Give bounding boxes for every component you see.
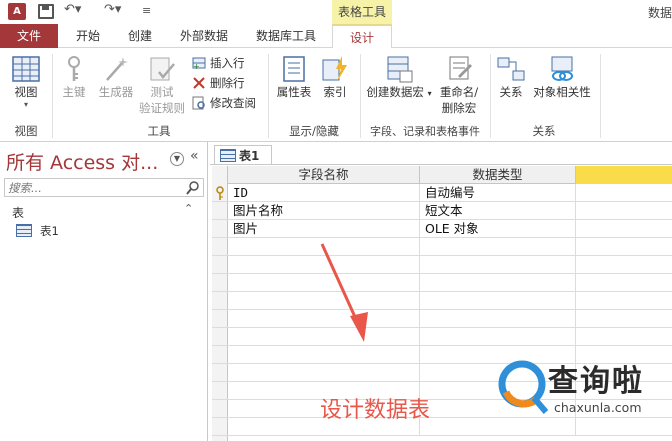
- rename-macro-icon: [449, 56, 472, 80]
- annotation-text: 设计数据表: [320, 398, 431, 423]
- object-dependencies-icon: [551, 56, 573, 81]
- lookup-icon: [192, 96, 205, 110]
- key-icon: [68, 56, 80, 81]
- builder-button[interactable]: 生成器: [94, 54, 138, 100]
- test-validation-rules-button[interactable]: 测试 验证规则: [138, 54, 186, 116]
- indexes-button[interactable]: 索引: [318, 54, 352, 100]
- search-icon[interactable]: [185, 180, 201, 196]
- primary-key-button[interactable]: 主键: [56, 54, 92, 100]
- insert-rows-icon: +: [192, 57, 206, 70]
- svg-text:+: +: [193, 62, 200, 70]
- watermark-logo-icon: [498, 360, 548, 414]
- tab-external-data[interactable]: 外部数据: [170, 24, 238, 48]
- watermark: 查询啦 chaxunla.com: [496, 352, 672, 441]
- group-label-tools: 工具: [147, 124, 171, 138]
- title-bar: A ↶▾ ↷▾ ≡ 表格工具 数据: [0, 0, 672, 24]
- delete-rows-button[interactable]: 删除行: [192, 74, 245, 92]
- rename-delete-macro-button[interactable]: 重命名/ 删除宏: [434, 54, 484, 116]
- validation-icon: [150, 57, 175, 81]
- field-name-cell[interactable]: [228, 364, 420, 382]
- undo-icon[interactable]: ↶▾: [64, 2, 81, 17]
- nav-section-tables[interactable]: 表: [12, 204, 24, 221]
- table-icon: [220, 149, 236, 162]
- tab-design[interactable]: 设计: [332, 24, 392, 49]
- table-tools-context-label: 表格工具: [332, 0, 392, 24]
- chevron-down-icon: ▾: [427, 89, 432, 98]
- property-sheet-button[interactable]: 属性表: [272, 54, 316, 100]
- data-macro-icon: [387, 56, 413, 83]
- tab-create[interactable]: 创建: [118, 24, 162, 48]
- window-title: 数据: [647, 6, 672, 20]
- relationships-button[interactable]: 关系: [494, 54, 528, 100]
- nav-item-table1[interactable]: 表1: [16, 222, 59, 240]
- group-label-views: 视图: [14, 124, 38, 138]
- modify-lookups-button[interactable]: 修改查阅: [192, 94, 256, 112]
- group-label-relationships: 关系: [532, 124, 556, 138]
- object-dependencies-button[interactable]: 对象相关性: [530, 54, 594, 100]
- watermark-brand: 查询啦: [548, 364, 644, 399]
- wand-icon: [106, 57, 128, 81]
- view-button[interactable]: 视图 ▾: [6, 54, 46, 109]
- table-view-icon: [12, 56, 40, 82]
- create-data-macros-button[interactable]: 创建数据宏 ▾: [366, 54, 432, 100]
- search-input[interactable]: [5, 179, 175, 196]
- redo-icon[interactable]: ↷▾: [104, 2, 121, 17]
- table-icon: [16, 224, 32, 237]
- tab-database-tools[interactable]: 数据库工具: [246, 24, 326, 48]
- chevron-down-icon[interactable]: ▼: [170, 152, 184, 166]
- group-label-field-events: 字段、记录和表格事件: [370, 125, 480, 138]
- nav-search: [4, 178, 204, 197]
- tab-table1[interactable]: 表1: [214, 145, 272, 165]
- tab-home[interactable]: 开始: [66, 24, 110, 48]
- customize-toolbar-icon[interactable]: ≡: [142, 4, 151, 17]
- access-app-icon[interactable]: A: [8, 3, 26, 20]
- group-label-show-hide: 显示/隐藏: [289, 124, 339, 138]
- collapse-pane-icon[interactable]: «: [190, 148, 199, 164]
- property-sheet-icon: [283, 56, 305, 82]
- chevron-up-icon[interactable]: ⌃: [184, 202, 193, 215]
- nav-pane-title[interactable]: 所有 Access 对...: [6, 148, 158, 175]
- save-icon[interactable]: [38, 4, 54, 19]
- annotation-arrow: [320, 243, 368, 342]
- lightning-index-icon: [322, 56, 347, 82]
- delete-rows-icon: [193, 77, 205, 89]
- watermark-domain: chaxunla.com: [554, 400, 642, 415]
- chevron-down-icon: ▾: [23, 100, 28, 109]
- ribbon: 视图 ▾ 视图 主键 生成器 测试 验证规则 + 插入行 删除行 修改查阅 工具…: [0, 48, 672, 142]
- relationships-icon: [497, 57, 525, 81]
- navigation-pane: 所有 Access 对... ▼ « 表 ⌃ 表1: [0, 142, 208, 441]
- insert-rows-button[interactable]: + 插入行: [192, 54, 245, 72]
- description-column-header[interactable]: [576, 166, 672, 184]
- ribbon-tabs: 文件 开始 创建 外部数据 数据库工具 设计: [0, 24, 672, 49]
- tab-file[interactable]: 文件: [0, 24, 58, 48]
